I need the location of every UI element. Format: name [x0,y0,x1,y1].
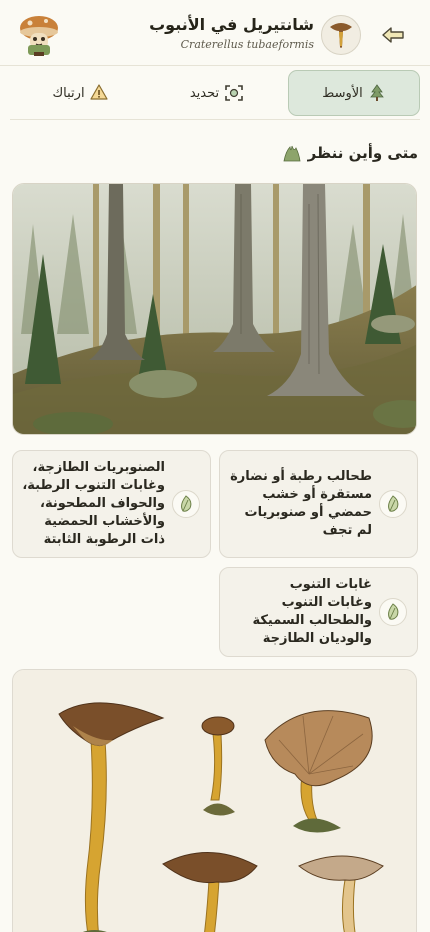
tree-icon [369,84,384,101]
habitat-text-1: طحالب رطبة أو نضارة مستقرة أو خشب حمضي أ… [230,469,372,538]
tab-bar: الأوسط تحديد ارتباك [10,68,420,118]
mushroom-icon [321,15,361,55]
app-header: شانتيريل في الأنبوب Craterellus tubaefor… [0,0,430,66]
moss-icon [283,145,301,162]
tab-habitat-label: الأوسط [322,85,363,101]
page-title: شانتيريل في الأنبوب [149,15,314,34]
habitat-forest-image [12,183,417,435]
section-heading: متى وأين ننظر [282,140,418,166]
leaf-icon [379,598,407,626]
habitat-text-3: غابات التنوب وغابات التنوب والطحالب السم… [252,577,372,646]
habitat-card-2: الصنوبريات الطازجة، وغابات التنوب الرطبة… [12,450,211,558]
habitat-card-3: غابات التنوب وغابات التنوب والطحالب السم… [219,567,418,657]
leaf-icon [172,490,200,518]
scientific-name: Craterellus tubaeformis [180,38,314,51]
tab-habitat[interactable]: الأوسط [288,70,420,116]
mushroom-illustration [12,669,417,932]
tab-identify[interactable]: تحديد [148,70,286,116]
page-title-block: شانتيريل في الأنبوب Craterellus tubaefor… [149,14,314,51]
leaf-icon [379,490,407,518]
tab-confusion[interactable]: ارتباك [12,70,148,116]
back-button[interactable] [378,20,408,50]
mushroom-mascot-icon[interactable] [16,12,62,58]
tab-confusion-label: ارتباك [52,85,85,101]
habitat-text-2: الصنوبريات الطازجة، وغابات التنوب الرطبة… [22,460,165,547]
warning-icon [89,84,108,100]
habitat-card-1: طحالب رطبة أو نضارة مستقرة أو خشب حمضي أ… [219,450,418,558]
tab-identify-label: تحديد [189,85,220,101]
section-title: متى وأين ننظر [307,144,418,162]
arrow-left-icon [382,27,404,43]
scan-icon [225,85,243,101]
tab-divider [10,119,420,120]
